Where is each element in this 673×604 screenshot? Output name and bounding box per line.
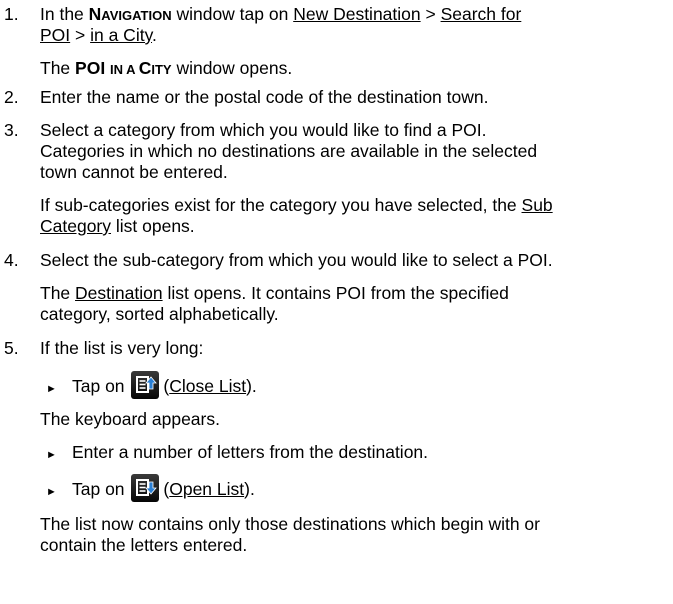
step-number: 3. <box>4 120 19 140</box>
step-1-line-2: POI > in a City. <box>40 25 157 46</box>
bullet-open-list: ► Tap on (Open List). <box>40 474 255 502</box>
step-number: 4. <box>4 250 19 270</box>
keyboard-appears-text: The keyboard appears. <box>40 409 220 429</box>
text: AVIGATION <box>101 8 172 23</box>
text: If sub-categories exist for the category… <box>40 195 522 215</box>
link-sub-category-cont[interactable]: Category <box>40 216 111 236</box>
triangle-bullet-icon: ► <box>46 383 57 395</box>
step-3-note-line-1: If sub-categories exist for the category… <box>40 195 553 216</box>
instruction-page: 1. In the NAVIGATION window tap on New D… <box>0 0 673 604</box>
step-1-result: The POI IN A CITY window opens. <box>40 58 292 80</box>
close-list-icon[interactable] <box>131 371 160 399</box>
step-4-line-1: Select the sub-category from which you w… <box>40 250 553 270</box>
text: > <box>420 4 441 24</box>
bullet-close-list: ► Tap on (Close List). <box>40 371 257 399</box>
text: window opens. <box>171 58 293 78</box>
text: Enter a number of letters from the desti… <box>72 442 429 462</box>
triangle-bullet-icon: ► <box>46 486 57 498</box>
final-line-1: The list now contains only those destina… <box>40 514 540 534</box>
step-number: 1. <box>4 4 19 24</box>
step-3-line-1: Select a category from which you would l… <box>40 120 487 140</box>
poi-in-a-city-window-name: POI IN A CITY <box>75 58 172 78</box>
text: The <box>40 283 76 303</box>
step-1-line-1: In the NAVIGATION window tap on New Dest… <box>40 4 521 26</box>
step-3-line-2: Categories in which no destinations are … <box>40 141 538 161</box>
text: Tap on <box>72 479 130 499</box>
text: IN A <box>110 62 139 77</box>
link-destination[interactable]: Destination <box>75 283 163 303</box>
text: list opens. It contains POI from the spe… <box>162 283 509 303</box>
text: list opens. <box>111 216 195 236</box>
step-4-result-line-1: The Destination list opens. It contains … <box>40 283 509 304</box>
step-5-line-1: If the list is very long: <box>40 338 204 358</box>
text: window tap on <box>171 4 294 24</box>
text: ). <box>244 479 255 499</box>
link-close-list[interactable]: Close List <box>169 376 246 396</box>
link-new-destination[interactable]: New Destination <box>293 4 420 24</box>
link-sub-category[interactable]: Sub <box>522 195 553 215</box>
link-search-for[interactable]: Search for <box>441 4 522 24</box>
text: ). <box>246 376 257 396</box>
final-line-2: contain the letters entered. <box>40 535 248 555</box>
step-4-result-line-2: category, sorted alphabetically. <box>40 304 279 324</box>
text: POI <box>75 58 111 78</box>
text: ITY <box>151 62 172 77</box>
step-3-line-3: town cannot be entered. <box>40 162 228 182</box>
text: . <box>152 25 157 45</box>
link-poi[interactable]: POI <box>40 25 70 45</box>
step-number: 5. <box>4 338 19 358</box>
text: Tap on <box>72 376 130 396</box>
bullet-enter-letters: ► Enter a number of letters from the dest… <box>40 442 428 466</box>
link-in-a-city[interactable]: in a City <box>90 25 152 45</box>
step-2-text: Enter the name or the postal code of the… <box>40 87 489 107</box>
text: C <box>138 58 152 78</box>
navigation-window-name: NAVIGATION <box>89 4 172 24</box>
open-list-icon[interactable] <box>131 474 160 502</box>
text: The <box>40 58 76 78</box>
text: > <box>70 25 91 45</box>
link-open-list[interactable]: Open List <box>169 479 244 499</box>
step-number: 2. <box>4 87 19 107</box>
text: In the <box>40 4 89 24</box>
text: N <box>88 4 102 24</box>
step-3-note-line-2: Category list opens. <box>40 216 195 237</box>
triangle-bullet-icon: ► <box>46 449 57 461</box>
